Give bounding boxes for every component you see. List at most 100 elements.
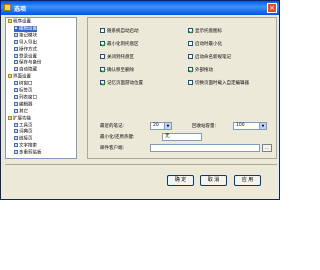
ok-button[interactable]: 确 定 <box>167 175 194 186</box>
divider <box>5 164 277 165</box>
option-checkbox-label: 启动命名新规笔记 <box>195 55 231 60</box>
page-icon <box>14 143 18 148</box>
tree-item-label: 登录设置 <box>19 54 37 59</box>
browse-button[interactable]: ... <box>262 144 272 152</box>
tree-item[interactable]: 文字搜索 <box>14 143 37 149</box>
checkbox-unchecked-icon[interactable] <box>100 54 105 59</box>
tree-item[interactable]: 树窗口 <box>14 81 33 87</box>
option-checkbox[interactable]: 随系统自动启动 <box>100 28 139 35</box>
page-icon <box>14 60 18 65</box>
checkbox-checked-icon[interactable] <box>188 28 193 33</box>
tree-item-label: 界面设置 <box>13 74 31 80</box>
recycle-select[interactable]: 100 ▼ <box>233 122 267 130</box>
tree-item-label: 笔记模块 <box>19 33 37 39</box>
tree-group[interactable]: 界面设置 <box>8 74 31 80</box>
tree-item-label: 操作方式 <box>19 47 37 53</box>
page-icon <box>14 88 18 92</box>
checkbox-unchecked-icon[interactable] <box>188 54 193 59</box>
page-icon <box>14 46 18 51</box>
folder-icon <box>8 74 12 79</box>
option-checkbox-label: 外部拖动 <box>195 68 213 73</box>
page-icon <box>14 81 18 86</box>
tree-item-label: 工具页 <box>19 123 33 128</box>
checkbox-unchecked-icon[interactable] <box>188 80 193 85</box>
checkbox-checked-icon[interactable] <box>100 80 105 85</box>
option-checkbox-label: 切换页面时载入自定编辑器 <box>195 81 249 86</box>
page-icon <box>14 94 18 99</box>
options-window: 选项 × 程序设置 编辑设置 笔记模块 导入导出 操作方式 登录设置 保存与备份 自动隐藏 界面… <box>0 0 280 200</box>
tree-item-label: 自动隐藏 <box>19 67 37 73</box>
page-icon <box>14 129 18 134</box>
tree-item[interactable]: 登录设置 <box>14 53 37 60</box>
options-panel: 随系统自动启动 显示托盘图标最小化到托盘区 启动时最小化关闭到托盘区 启动命名新规笔记… <box>87 17 277 159</box>
page-icon <box>14 32 18 37</box>
tree-item-label: 列表窗口 <box>19 95 37 101</box>
tree-item[interactable]: 保存与备份 <box>14 60 42 66</box>
tree-item[interactable]: 编辑设置 <box>14 25 37 32</box>
close-button[interactable]: × <box>267 3 277 13</box>
tree-item-label: 编辑设置 <box>19 26 37 32</box>
page-icon <box>14 150 18 155</box>
tree-item-label: 编辑器 <box>19 102 33 108</box>
option-checkbox[interactable]: 记忆页面游动位置 <box>100 80 143 87</box>
option-checkbox[interactable]: 确认移至删除 <box>100 67 134 74</box>
cancel-button[interactable]: 取 消 <box>200 175 227 186</box>
page-icon <box>14 136 18 141</box>
option-checkbox-label: 关闭到托盘区 <box>107 55 134 60</box>
tree-item[interactable]: 词典页 <box>14 129 33 135</box>
recent-notes-label: 最近的笔记: <box>100 124 125 129</box>
tree-item[interactable]: 链接页 <box>14 136 33 142</box>
close-icon: × <box>269 4 275 12</box>
checkbox-checked-icon[interactable] <box>100 41 105 46</box>
minimize-hotkey-field[interactable]: 无 <box>162 133 202 141</box>
tree-item[interactable]: 标签页 <box>14 88 33 94</box>
tree-item[interactable]: 列表窗口 <box>14 94 37 101</box>
tree-item-label: 程序设置 <box>13 19 31 25</box>
page-icon <box>14 67 18 72</box>
apply-button[interactable]: 应 用 <box>234 175 261 186</box>
page-icon <box>14 53 18 58</box>
option-checkbox[interactable]: 外部拖动 <box>188 67 213 74</box>
option-checkbox[interactable]: 启动命名新规笔记 <box>188 54 231 61</box>
tree-item[interactable]: 多重剪贴板 <box>14 150 42 156</box>
tree-item-label: 其它 <box>19 109 28 115</box>
option-checkbox[interactable]: 关闭到托盘区 <box>100 54 134 61</box>
app-icon <box>4 4 11 11</box>
chevron-down-icon[interactable]: ▼ <box>164 123 171 129</box>
option-checkbox[interactable]: 最小化到托盘区 <box>100 41 139 48</box>
option-checkbox-label: 记忆页面游动位置 <box>107 81 143 86</box>
option-checkbox[interactable]: 显示托盘图标 <box>188 28 222 35</box>
tree-item[interactable]: 导入导出 <box>14 39 37 46</box>
tree-item-label: 保存与备份 <box>19 60 42 66</box>
chevron-down-icon[interactable]: ▼ <box>259 123 266 129</box>
tree-item-label: 多重剪贴板 <box>19 150 42 156</box>
recent-notes-value: 20 <box>153 123 159 128</box>
checkbox-unchecked-icon[interactable] <box>100 28 105 33</box>
page-icon <box>14 108 18 113</box>
checkbox-checked-icon[interactable] <box>100 67 105 72</box>
tree-item[interactable]: 编辑器 <box>14 101 33 108</box>
option-checkbox[interactable]: 启动时最小化 <box>188 41 222 48</box>
tree-item[interactable]: 自动隐藏 <box>14 67 37 73</box>
tree-item[interactable]: 笔记模块 <box>14 32 37 39</box>
page-icon <box>14 122 18 127</box>
tree-item-label: 文字搜索 <box>19 143 37 149</box>
tree-item[interactable]: 操作方式 <box>14 46 37 53</box>
tree-group[interactable]: 扩展功能 <box>8 115 31 122</box>
checkbox-unchecked-icon[interactable] <box>188 41 193 46</box>
options-tree[interactable]: 程序设置 编辑设置 笔记模块 导入导出 操作方式 登录设置 保存与备份 自动隐藏 界面设置 树窗口… <box>5 17 77 159</box>
checkbox-checked-icon[interactable] <box>188 67 193 72</box>
tree-item-label: 链接页 <box>19 136 33 142</box>
recent-notes-select[interactable]: 20 ▼ <box>150 122 172 130</box>
tree-group[interactable]: 程序设置 <box>8 19 31 25</box>
option-checkbox-label: 启动时最小化 <box>195 42 222 47</box>
mail-client-label: 邮件客户端: <box>100 146 125 151</box>
mail-client-field[interactable] <box>150 144 260 152</box>
page-icon <box>14 39 18 44</box>
option-checkbox-label: 确认移至删除 <box>107 68 134 73</box>
tree-item[interactable]: 其它 <box>14 108 28 115</box>
folder-icon <box>8 115 12 120</box>
tree-item[interactable]: 工具页 <box>14 122 33 129</box>
option-checkbox-label: 随系统自动启动 <box>107 29 139 34</box>
option-checkbox[interactable]: 切换页面时载入自定编辑器 <box>188 80 249 87</box>
